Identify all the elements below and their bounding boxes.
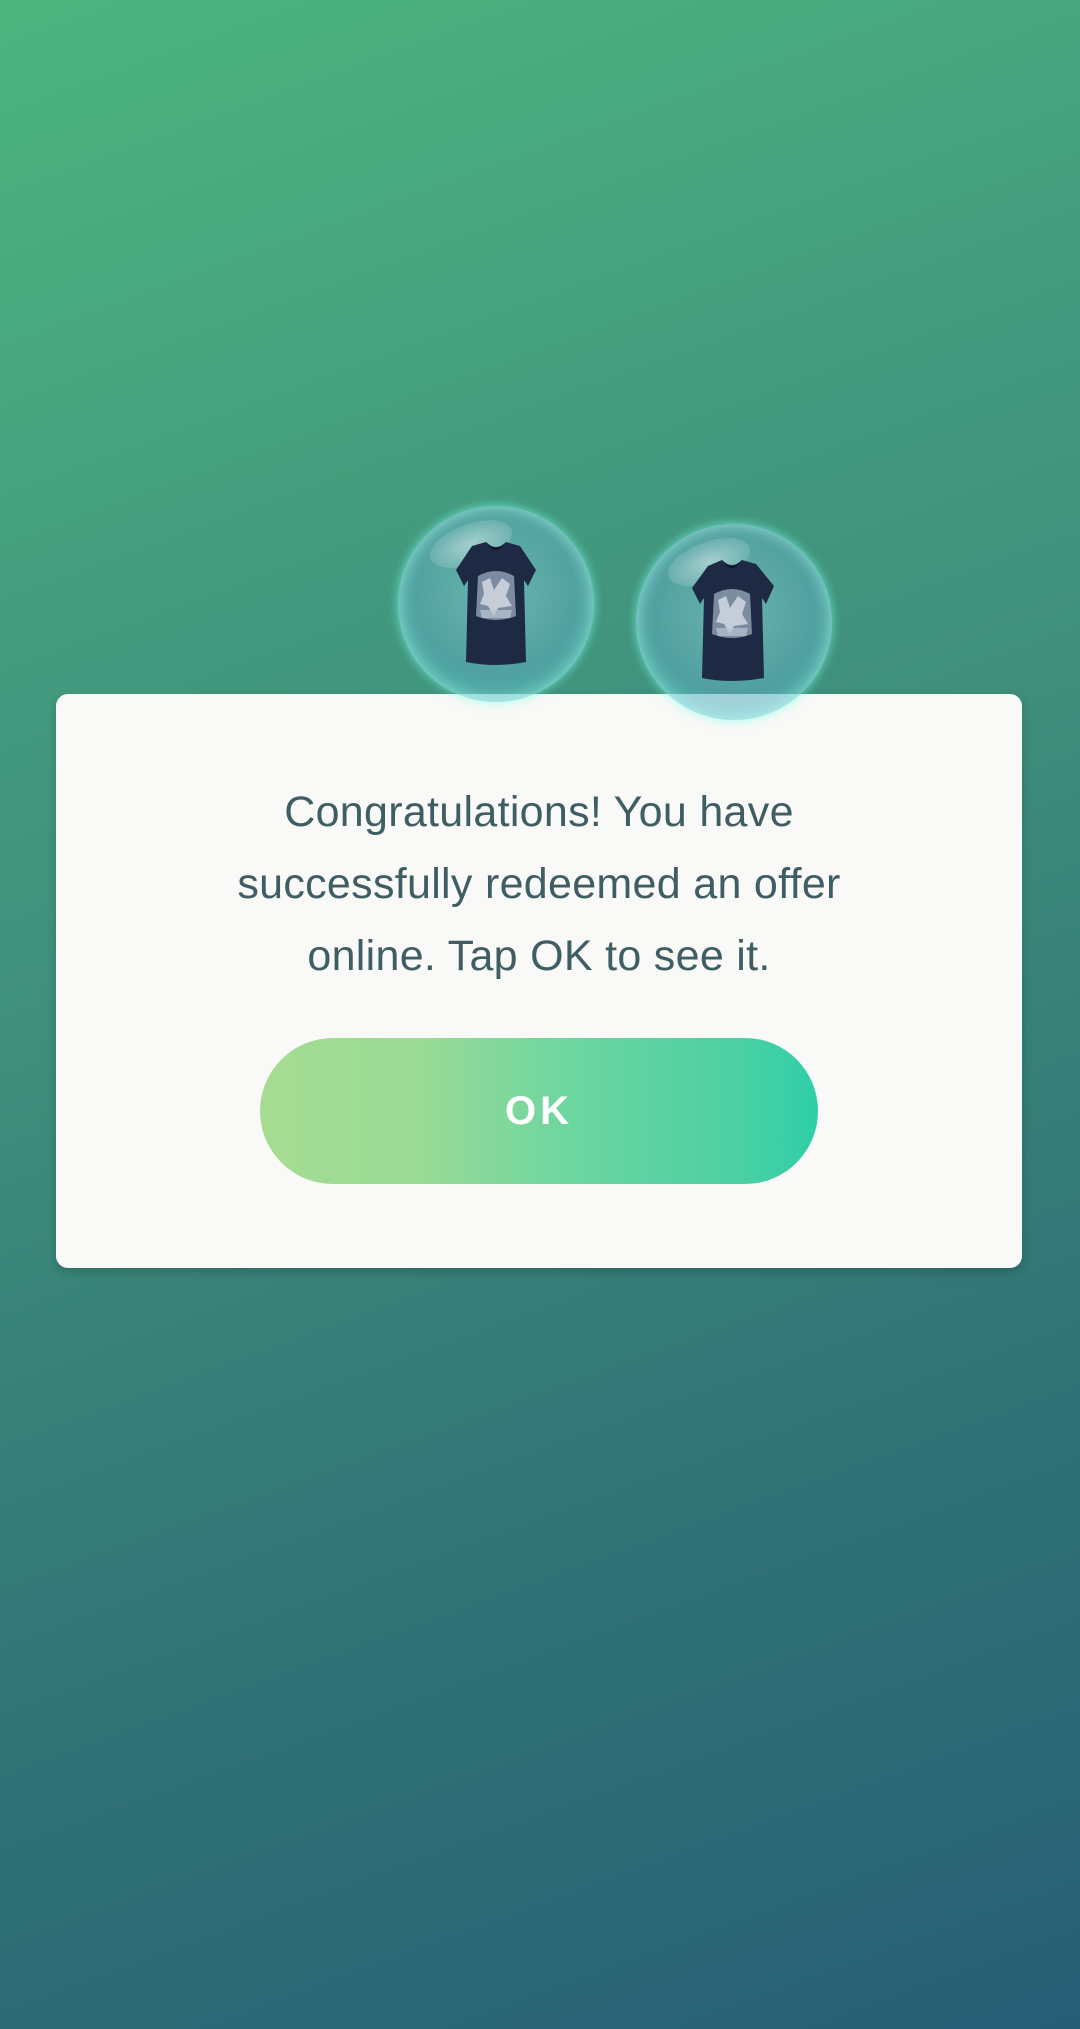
reward-bubble [398, 506, 594, 702]
ok-button[interactable]: OK [260, 1038, 818, 1184]
reward-bubble [636, 524, 832, 720]
offer-redeemed-dialog: Congratulations! You have successfully r… [56, 694, 1022, 1268]
dialog-message: Congratulations! You have successfully r… [237, 788, 841, 980]
redeem-offer-screen: Congratulations! You have successfully r… [0, 0, 1080, 2029]
t-shirt-icon [456, 542, 536, 665]
t-shirt-icon [692, 560, 774, 681]
